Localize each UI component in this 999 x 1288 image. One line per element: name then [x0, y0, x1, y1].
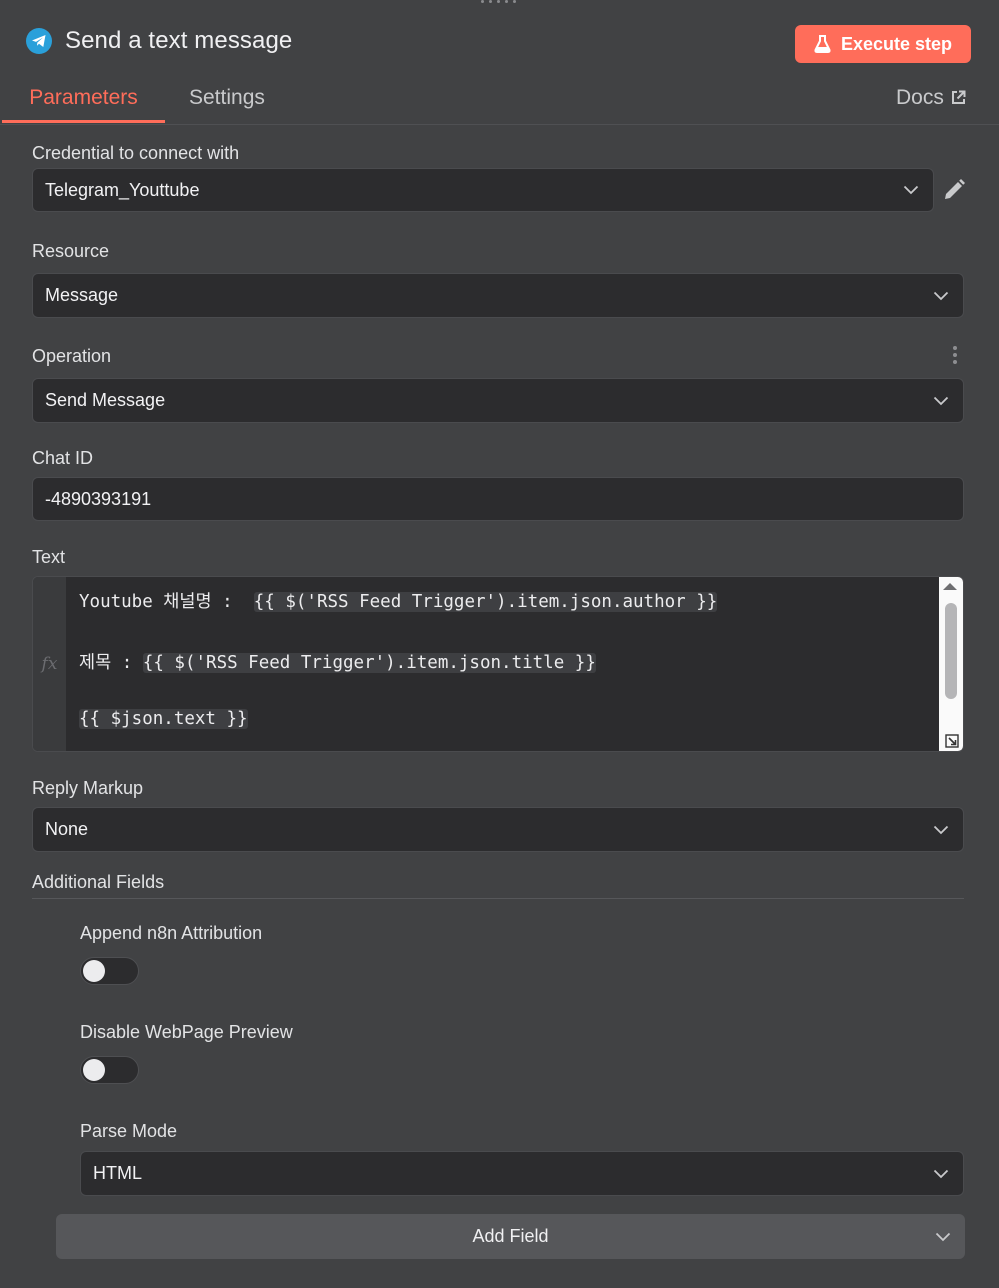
- chevron-down-icon: [933, 1169, 949, 1179]
- resource-select[interactable]: Message: [32, 273, 964, 318]
- edit-credential-pencil-icon[interactable]: [942, 178, 966, 202]
- execute-step-button[interactable]: Execute step: [795, 25, 971, 63]
- operation-label: Operation: [32, 346, 112, 366]
- scroll-thumb[interactable]: [945, 603, 957, 699]
- add-field-button[interactable]: Add Field: [56, 1214, 965, 1259]
- code-line-3: {{ $json.text }}: [79, 709, 248, 729]
- node-header: Send a text message Execute step Paramet…: [0, 0, 999, 125]
- code-line-2-prefix: 제목 :: [79, 653, 143, 673]
- scroll-up-arrow-icon[interactable]: [943, 583, 957, 590]
- credential-value: Telegram_Youttube: [45, 179, 200, 200]
- expand-editor-icon[interactable]: [942, 732, 962, 750]
- section-divider: [32, 898, 964, 899]
- text-label: Text: [32, 547, 66, 567]
- code-line-2: 제목 : {{ $('RSS Feed Trigger').item.json.…: [79, 649, 596, 674]
- chat-id-input[interactable]: -4890393191: [32, 477, 964, 521]
- tab-bar: Parameters Settings Docs: [0, 80, 999, 125]
- chevron-down-icon: [933, 825, 949, 835]
- append-attribution-label: Append n8n Attribution: [80, 923, 263, 943]
- credential-select[interactable]: Telegram_Youttube: [32, 168, 934, 212]
- parse-mode-select[interactable]: HTML: [80, 1151, 964, 1196]
- title-row: Send a text message: [26, 27, 292, 55]
- operation-select[interactable]: Send Message: [32, 378, 964, 423]
- kebab-menu-icon[interactable]: [953, 346, 957, 364]
- toggle-knob: [83, 960, 105, 982]
- add-field-label: Add Field: [472, 1226, 549, 1246]
- disable-preview-label: Disable WebPage Preview: [80, 1022, 293, 1042]
- chevron-down-icon: [903, 185, 919, 195]
- tab-parameters[interactable]: Parameters: [2, 80, 165, 123]
- resource-value: Message: [45, 285, 119, 305]
- chevron-down-icon: [933, 291, 949, 301]
- reply-markup-select[interactable]: None: [32, 807, 964, 852]
- execute-step-label: Execute step: [840, 33, 953, 54]
- additional-fields-label: Additional Fields: [32, 872, 165, 892]
- resource-label: Resource: [32, 241, 110, 261]
- chevron-down-icon: [933, 396, 949, 406]
- reply-markup-label: Reply Markup: [32, 778, 144, 798]
- credential-label: Credential to connect with: [32, 143, 240, 163]
- append-attribution-toggle[interactable]: [80, 957, 139, 985]
- function-fx-icon: fx: [41, 654, 58, 674]
- flask-icon: [814, 35, 831, 53]
- code-line-1: Youtube 채널명 : {{ $('RSS Feed Trigger').i…: [79, 588, 718, 613]
- parse-mode-value: HTML: [93, 1163, 142, 1183]
- fx-gutter: fx: [33, 577, 66, 751]
- chevron-down-icon: [935, 1232, 951, 1242]
- text-expression-editor[interactable]: fx Youtube 채널명 : {{ $('RSS Feed Trigger'…: [32, 576, 964, 752]
- reply-markup-value: None: [45, 819, 89, 839]
- docs-label: Docs: [896, 86, 944, 109]
- disable-preview-toggle[interactable]: [80, 1056, 139, 1084]
- page-title: Send a text message: [65, 27, 293, 54]
- telegram-icon: [26, 28, 52, 54]
- tab-settings[interactable]: Settings: [189, 80, 265, 123]
- toggle-knob: [83, 1059, 105, 1081]
- code-line-1-prefix: Youtube 채널명 :: [79, 592, 254, 612]
- chat-id-value: -4890393191: [45, 488, 152, 509]
- code-line-1-expression: {{ $('RSS Feed Trigger').item.json.autho…: [253, 592, 718, 612]
- editor-scrollbar[interactable]: [939, 577, 963, 751]
- operation-value: Send Message: [45, 390, 166, 410]
- parse-mode-label: Parse Mode: [80, 1121, 178, 1141]
- chat-id-label: Chat ID: [32, 448, 94, 468]
- docs-link[interactable]: Docs: [896, 80, 966, 123]
- code-line-2-expression: {{ $('RSS Feed Trigger').item.json.title…: [142, 653, 596, 673]
- code-line-3-expression: {{ $json.text }}: [79, 709, 248, 729]
- external-link-icon: [951, 90, 966, 105]
